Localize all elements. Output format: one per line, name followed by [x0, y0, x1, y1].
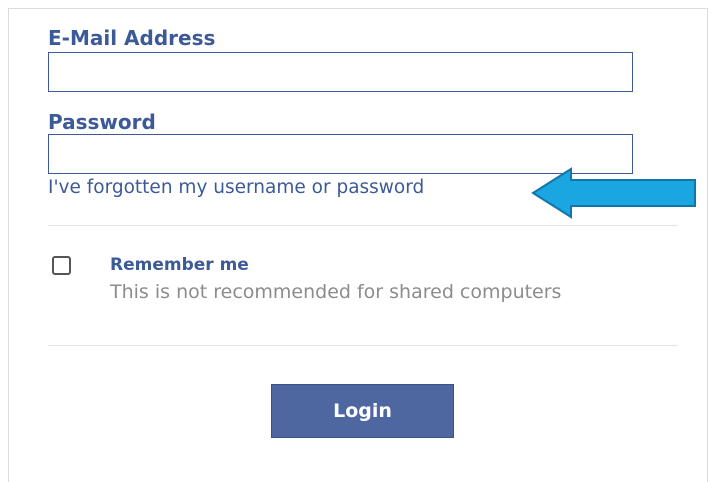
email-label: E-Mail Address — [48, 26, 216, 50]
forgot-password-link[interactable]: I've forgotten my username or password — [48, 176, 424, 200]
divider-top — [48, 225, 678, 226]
login-button[interactable]: Login — [271, 384, 454, 438]
email-field[interactable] — [48, 52, 633, 92]
remember-me-checkbox[interactable] — [52, 256, 71, 275]
remember-me-label[interactable]: Remember me — [110, 254, 249, 276]
left-arrow-icon — [531, 167, 696, 219]
divider-bottom — [48, 345, 678, 346]
password-label: Password — [48, 110, 156, 134]
remember-me-hint: This is not recommended for shared compu… — [110, 281, 562, 303]
